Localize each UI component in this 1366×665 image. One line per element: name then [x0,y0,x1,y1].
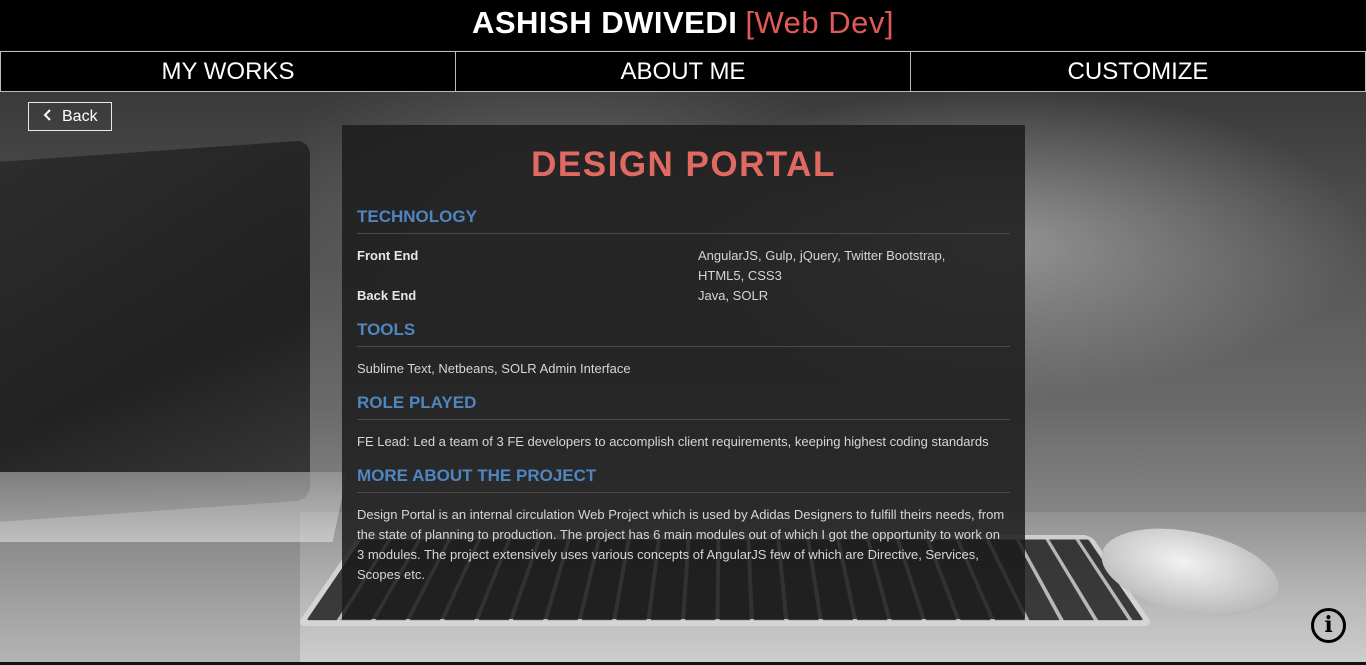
main-nav: MY WORKS ABOUT ME CUSTOMIZE [0,51,1366,92]
project-detail-panel: DESIGN PORTAL TECHNOLOGY Front End Angul… [342,125,1025,619]
technology-heading: TECHNOLOGY [357,207,1010,234]
tools-text: Sublime Text, Netbeans, SOLR Admin Inter… [357,361,631,376]
tech-row-front-end: Front End AngularJS, Gulp, jQuery, Twitt… [357,246,1010,286]
info-icon[interactable]: i [1311,608,1346,643]
tech-label: Front End [357,248,419,263]
role-text: FE Lead: Led a team of 3 FE developers t… [357,434,989,449]
more-heading: MORE ABOUT THE PROJECT [357,466,1010,493]
background-laptop [0,140,310,524]
nav-my-works[interactable]: MY WORKS [0,51,455,92]
nav-customize[interactable]: CUSTOMIZE [910,51,1366,92]
back-button-label: Back [62,108,98,125]
tools-heading: TOOLS [357,320,1010,347]
tech-row-back-end: Back End Java, SOLR [357,286,1010,306]
background-laptop-base [0,472,348,542]
site-owner-role: [Web Dev] [745,5,894,40]
tech-label: Back End [357,288,417,303]
chevron-left-icon [42,103,56,130]
tech-value: AngularJS, Gulp, jQuery, Twitter Bootstr… [698,248,946,283]
nav-about-me[interactable]: ABOUT ME [455,51,910,92]
back-button[interactable]: Back [28,102,112,131]
site-title: ASHISH DWIVEDI [Web Dev] [0,0,1366,50]
tools-section: TOOLS Sublime Text, Netbeans, SOLR Admin… [357,320,1010,379]
role-section: ROLE PLAYED FE Lead: Led a team of 3 FE … [357,393,1010,452]
technology-section: TECHNOLOGY Front End AngularJS, Gulp, jQ… [357,207,1010,306]
site-owner-name: ASHISH DWIVEDI [471,5,738,40]
more-text: Design Portal is an internal circulation… [357,507,1005,582]
more-section: MORE ABOUT THE PROJECT Design Portal is … [357,466,1010,585]
role-heading: ROLE PLAYED [357,393,1010,420]
tech-value: Java, SOLR [698,288,769,303]
project-title: DESIGN PORTAL [531,145,836,184]
